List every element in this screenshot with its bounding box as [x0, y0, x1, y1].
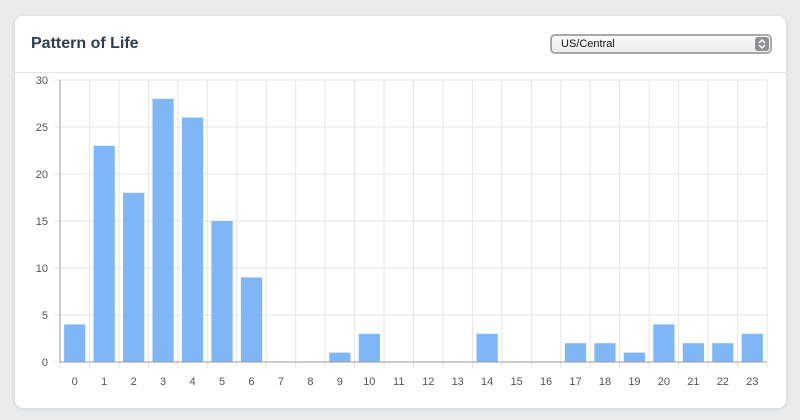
- bar-hour-6: [240, 277, 263, 362]
- bar-hour-21: [682, 343, 704, 362]
- x-tick-label: 4: [190, 376, 196, 388]
- bar-hour-18: [594, 343, 616, 362]
- x-tick-label: 17: [569, 376, 581, 388]
- x-tick-label: 20: [658, 376, 670, 388]
- x-tick-label: 9: [337, 376, 343, 388]
- bar-hour-4: [181, 117, 204, 362]
- x-tick-label: 1: [101, 376, 107, 388]
- bar-hour-14: [476, 333, 498, 362]
- bar-hour-23: [741, 333, 763, 362]
- x-tick-label: 10: [363, 376, 375, 388]
- x-tick-label: 11: [393, 376, 404, 388]
- y-tick-label: 20: [36, 169, 48, 181]
- pattern-of-life-chart: 0510152025300 1 2 3 4 5 6 7 8 9 10 11 12 13 14 15 16 17 18…: [36, 75, 768, 388]
- y-tick-label: 0: [42, 357, 48, 369]
- x-tick-label: 5: [219, 376, 225, 388]
- x-tick-label: 21: [687, 376, 699, 388]
- bar-hour-0: [64, 324, 86, 362]
- y-tick-label: 15: [36, 216, 48, 228]
- x-tick-label: 2: [131, 376, 137, 388]
- x-tick-label: 22: [717, 376, 729, 388]
- bar-hour-3: [152, 98, 174, 363]
- x-tick-label: 7: [278, 376, 284, 388]
- x-tick-label: 6: [248, 376, 254, 388]
- x-tick-label: 23: [746, 376, 758, 388]
- y-tick-label: 25: [36, 122, 48, 134]
- x-tick-label: 14: [481, 376, 493, 388]
- bar-hour-10: [358, 333, 380, 362]
- bar-hour-9: [329, 352, 351, 362]
- bar-hour-22: [712, 343, 734, 362]
- bar-hour-20: [653, 324, 675, 362]
- x-tick-label: 13: [452, 376, 464, 388]
- y-tick-label: 5: [42, 310, 48, 322]
- y-tick-label: 30: [36, 75, 48, 87]
- bar-hour-19: [623, 352, 646, 362]
- bar-hour-2: [123, 192, 145, 362]
- x-tick-label: 12: [422, 376, 434, 388]
- x-tick-label: 19: [628, 376, 640, 388]
- x-tick-label: 0: [72, 376, 78, 388]
- x-tick-label: 18: [599, 376, 611, 388]
- bar-hour-5: [211, 221, 233, 362]
- bar-hour-1: [93, 145, 115, 362]
- y-tick-label: 10: [36, 263, 48, 275]
- x-tick-label: 3: [160, 376, 166, 388]
- bar-hour-17: [564, 343, 587, 362]
- x-tick-label: 16: [540, 376, 552, 388]
- x-tick-label: 15: [510, 376, 522, 388]
- x-tick-label: 8: [307, 376, 313, 388]
